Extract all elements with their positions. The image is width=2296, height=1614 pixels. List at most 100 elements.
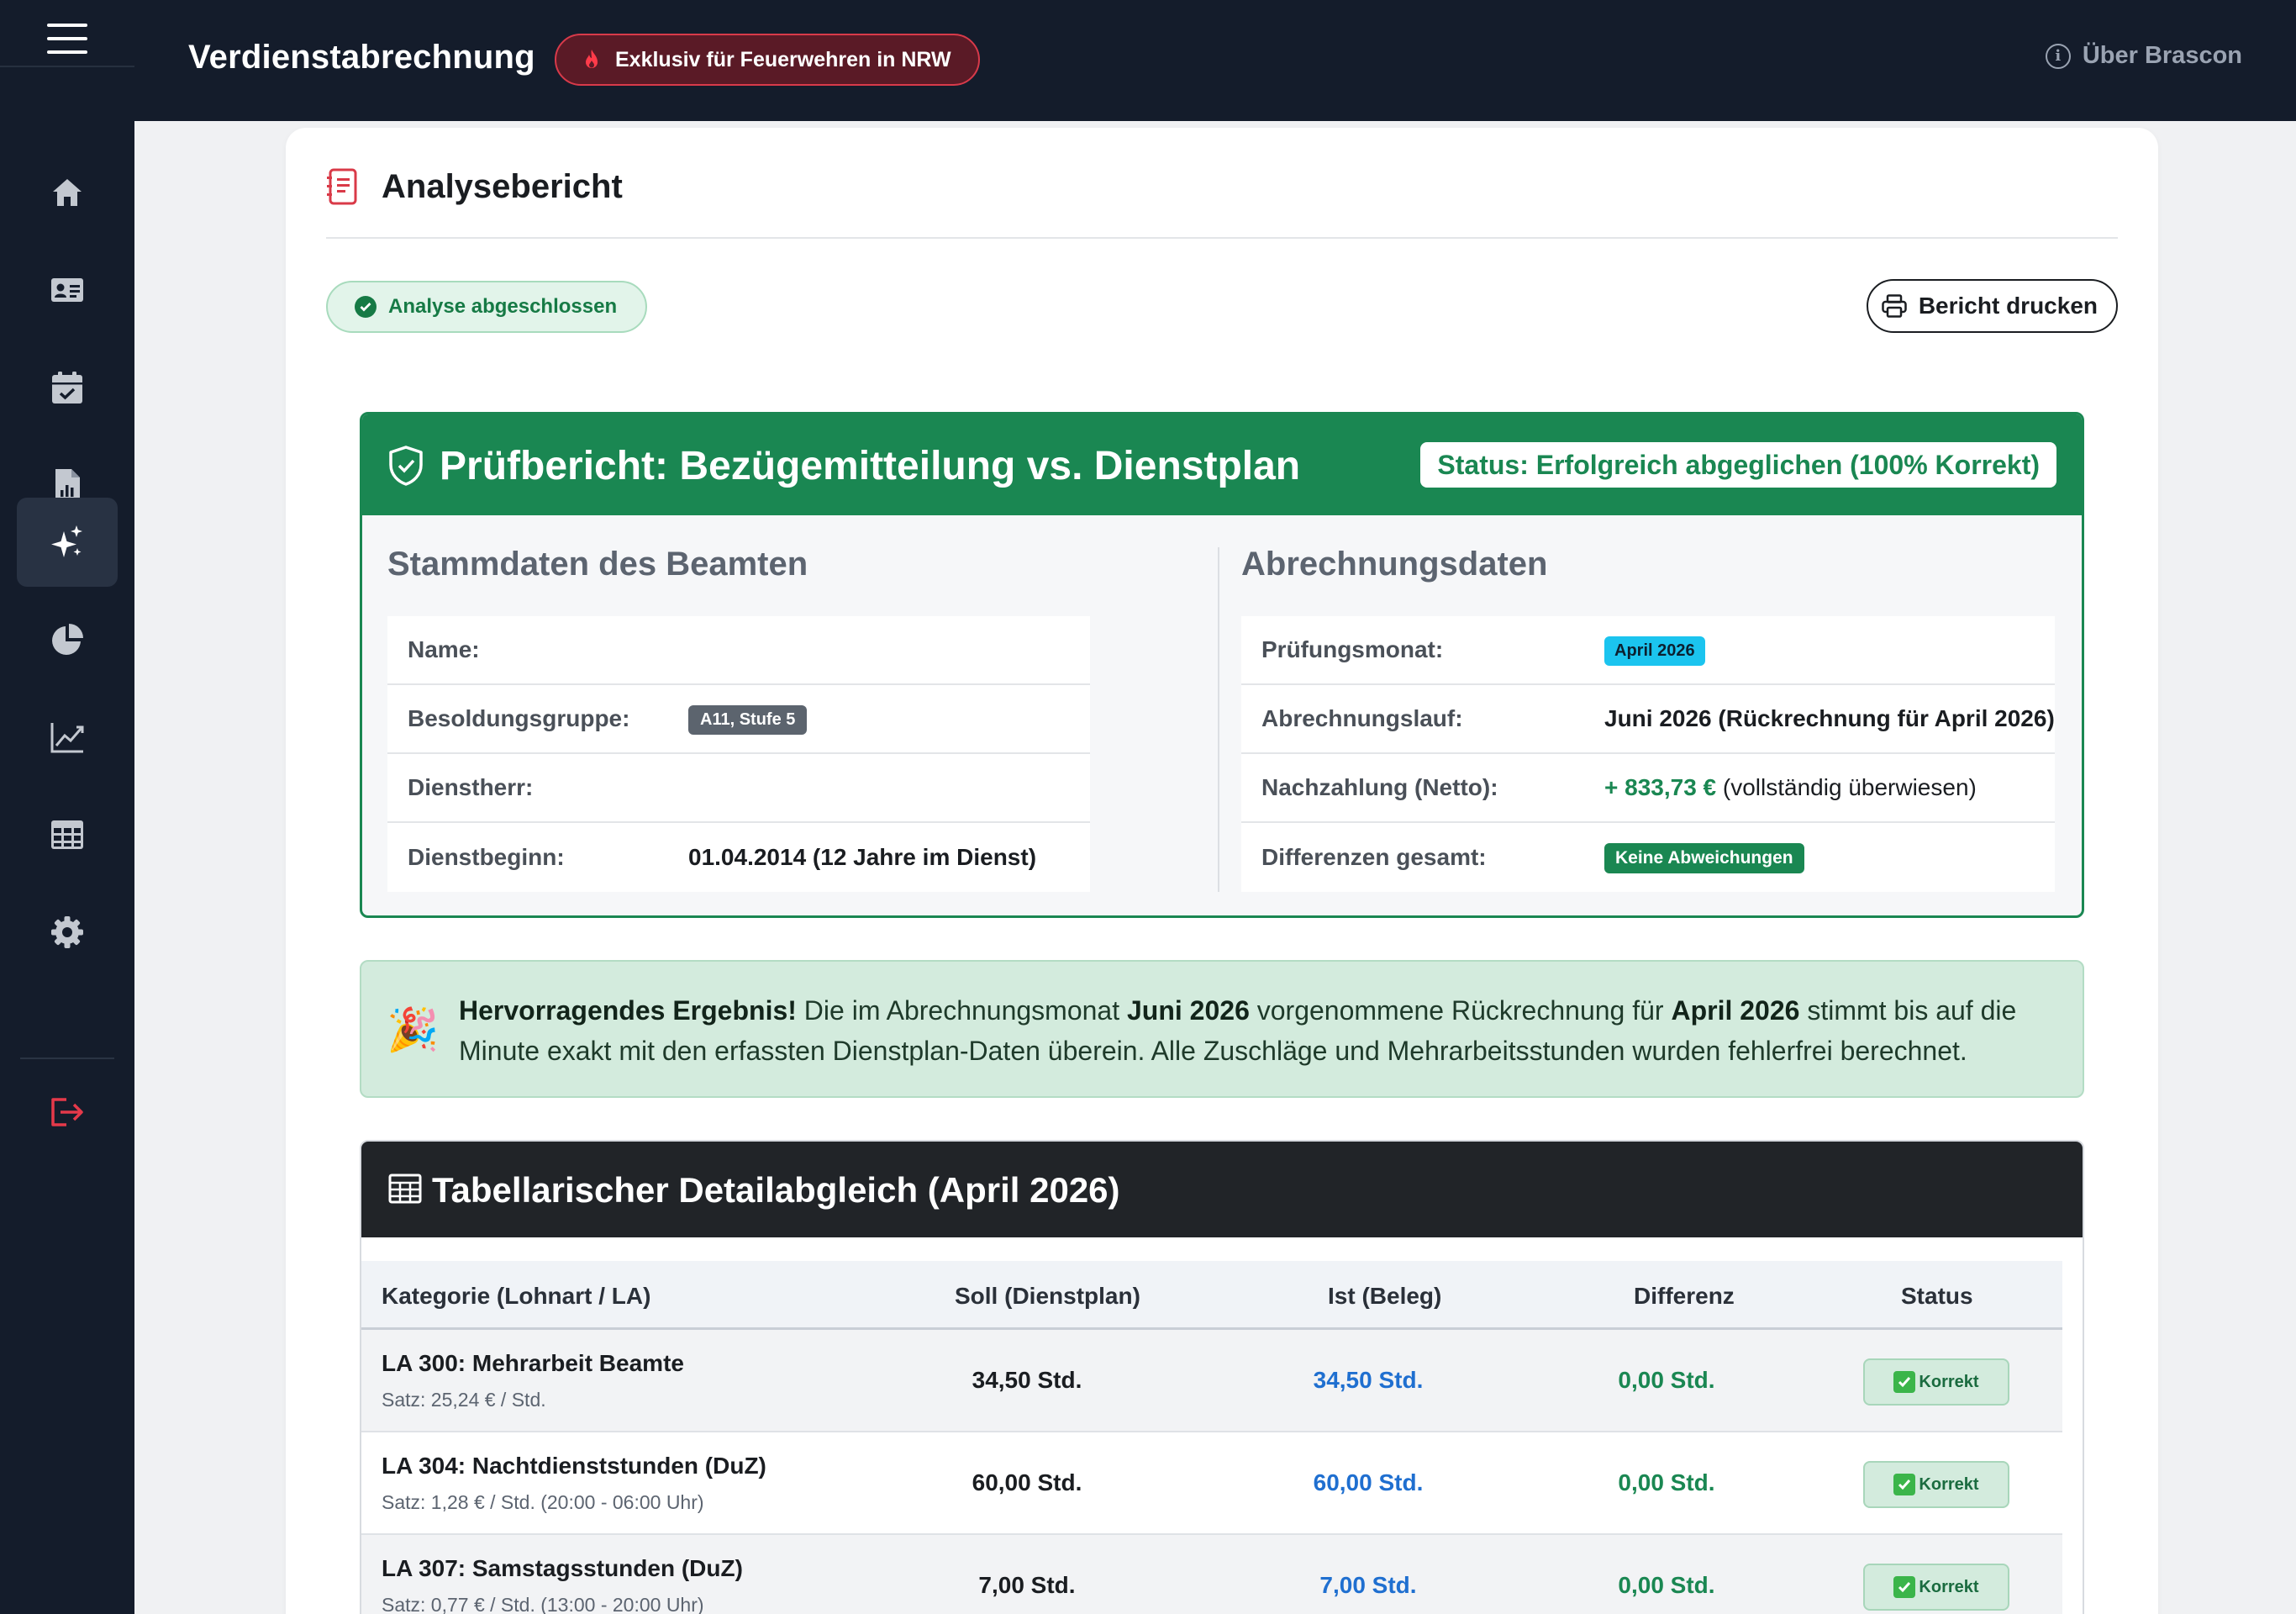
difference-value: 0,00 Std. [1618,1367,1715,1393]
status-label: Korrekt [1919,1577,1979,1596]
sidebar-item-logout[interactable] [17,1068,118,1157]
gear-icon [51,916,83,948]
target-value: 60,00 Std. [972,1469,1082,1495]
sidebar-nav [0,121,134,1614]
status-label: Korrekt [1919,1372,1979,1391]
hamburger-line [47,37,87,40]
hamburger-icon [47,24,87,27]
analysis-status-badge: Analyse abgeschlossen [326,281,648,333]
table-row: LA 307: Samstagsstunden (DuZ) Satz: 0,77 … [361,1535,2062,1614]
sidebar-item-analysis[interactable] [17,498,118,587]
column-header-category: Kategorie (Lohnart / LA) [382,1283,651,1309]
report-icon [327,168,357,205]
run-value: Juni 2026 (Rückrechnung für April 2026) [1604,705,2055,731]
billing-row-run: Abrechnungslauf: Juni 2026 (Rückrechnung… [1241,685,2055,754]
run-label: Abrechnungslauf: [1261,705,1463,731]
status-correct-badge[interactable]: Korrekt [1863,1564,2009,1611]
app-title: Verdienstabrechnung [188,39,535,76]
detail-comparison-panel: Tabellarischer Detailabgleich (April 202… [360,1140,2084,1614]
difference-value: 0,00 Std. [1618,1572,1715,1598]
category-name: LA 300: Mehrarbeit Beamte [382,1350,684,1376]
sidebar-item-profile[interactable] [17,245,118,335]
audit-report: Prüfbericht: Bezügemitteilung vs. Dienst… [360,412,2084,918]
checkmark-icon [1893,1474,1916,1495]
status-correct-badge[interactable]: Korrekt [1863,1358,2009,1406]
detail-table: Kategorie (Lohnart / LA) Soll (Dienstpla… [361,1261,2062,1614]
target-value: 34,50 Std. [972,1367,1082,1393]
check-circle-icon [355,296,377,318]
payment-amount: + 833,73 € [1604,774,1717,800]
payment-label: Nachzahlung (Netto): [1261,774,1498,800]
billing-row-diff: Differenzen gesamt: Keine Abweichungen [1241,823,2055,892]
difference-value: 0,00 Std. [1618,1469,1715,1495]
menu-toggle-button[interactable] [47,22,87,55]
master-row-start: Dienstbeginn: 01.04.2014 (12 Jahre im Di… [387,823,1090,892]
start-label: Dienstbeginn: [408,844,565,870]
sidebar-item-statistics[interactable] [17,595,118,684]
column-header-difference: Differenz [1634,1283,1735,1309]
success-message: 🎉 Hervorragendes Ergebnis! Die im Abrech… [360,960,2084,1098]
billing-data-table: Prüfungsmonat: April 2026 Abrechnungslau… [1241,616,2055,892]
category-name: LA 304: Nachtdienststunden (DuZ) [382,1453,766,1479]
category-rate: Satz: 0,77 € / Std. (13:00 - 20:00 Uhr) [382,1594,704,1614]
detail-title: Tabellarischer Detailabgleich (April 202… [432,1170,1120,1210]
payment-note: (vollständig überwiesen) [1722,774,1977,800]
print-report-button[interactable]: Bericht drucken [1866,279,2118,333]
sidebar-item-table[interactable] [17,790,118,879]
month-badge: April 2026 [1604,636,1705,666]
status-correct-badge[interactable]: Korrekt [1863,1461,2009,1508]
diff-label: Differenzen gesamt: [1261,844,1487,870]
shield-check-icon [389,446,423,486]
table-row: LA 304: Nachtdienststunden (DuZ) Satz: 1,… [361,1432,2062,1535]
master-row-name: Name: [387,616,1090,685]
party-popper-icon: 🎉 [387,1006,440,1053]
print-button-label: Bericht drucken [1918,293,2098,319]
analysis-status-label: Analyse abgeschlossen [388,295,618,318]
report-status-badge: Status: Erfolgreich abgeglichen (100% Ko… [1420,442,2056,488]
sidebar-item-settings[interactable] [17,888,118,977]
card-header: Analysebericht [326,168,2118,239]
sidebar-item-trends[interactable] [17,693,118,782]
flame-icon [586,50,598,68]
detail-header: Tabellarischer Detailabgleich (April 202… [361,1142,2083,1237]
employer-label: Dienstherr: [408,774,534,800]
grade-badge: A11, Stufe 5 [688,704,808,735]
table-row: LA 300: Mehrarbeit Beamte Satz: 25,24 € /… [361,1330,2062,1432]
billing-row-month: Prüfungsmonat: April 2026 [1241,616,2055,685]
month-label: Prüfungsmonat: [1261,636,1444,662]
category-rate: Satz: 1,28 € / Std. (20:00 - 06:00 Uhr) [382,1491,704,1513]
column-header-target: Soll (Dienstplan) [955,1283,1140,1309]
success-highlight: Juni 2026 [1127,995,1250,1026]
grade-label: Besoldungsgruppe: [408,705,630,731]
table-header-row: Kategorie (Lohnart / LA) Soll (Dienstpla… [361,1261,2062,1330]
column-header-status: Status [1901,1283,1973,1309]
actual-value: 7,00 Std. [1319,1572,1417,1598]
exclusive-badge-label: Exklusiv für Feuerwehren in NRW [615,47,951,71]
top-bar: Verdienstabrechnung Exklusiv für Feuerwe… [0,0,2296,121]
table-icon [51,820,83,849]
target-value: 7,00 Std. [978,1572,1076,1598]
file-chart-icon [55,469,80,501]
report-title: Prüfbericht: Bezügemitteilung vs. Dienst… [440,444,1301,488]
success-lead: Hervorragendes Ergebnis! [459,995,797,1026]
sidebar-item-schedule[interactable] [17,343,118,432]
master-row-grade: Besoldungsgruppe: A11, Stufe 5 [387,685,1090,754]
table-icon [388,1174,422,1204]
sidebar-divider [20,1058,114,1059]
report-header: Prüfbericht: Bezügemitteilung vs. Dienst… [362,414,2082,515]
category-name: LA 307: Samstagsstunden (DuZ) [382,1555,743,1581]
checkmark-icon [1893,1576,1916,1598]
success-text-part: vorgenommene Rückrechnung für [1249,995,1672,1026]
success-text-part: Die im Abrechnungsmonat [796,995,1127,1026]
logout-icon [51,1098,83,1126]
no-deviation-badge: Keine Abweichungen [1604,842,1804,873]
about-link[interactable]: i Über Brascon [2045,42,2242,70]
name-label: Name: [408,636,480,662]
calendar-check-icon [52,372,82,404]
info-icon: i [2045,43,2071,69]
sidebar-item-home[interactable] [17,148,118,237]
actual-value: 60,00 Std. [1313,1469,1424,1495]
billing-row-payment: Nachzahlung (Netto): + 833,73 € (vollstä… [1241,754,2055,823]
line-chart-icon [50,723,84,753]
billing-data-heading: Abrechnungsdaten [1241,546,1548,583]
